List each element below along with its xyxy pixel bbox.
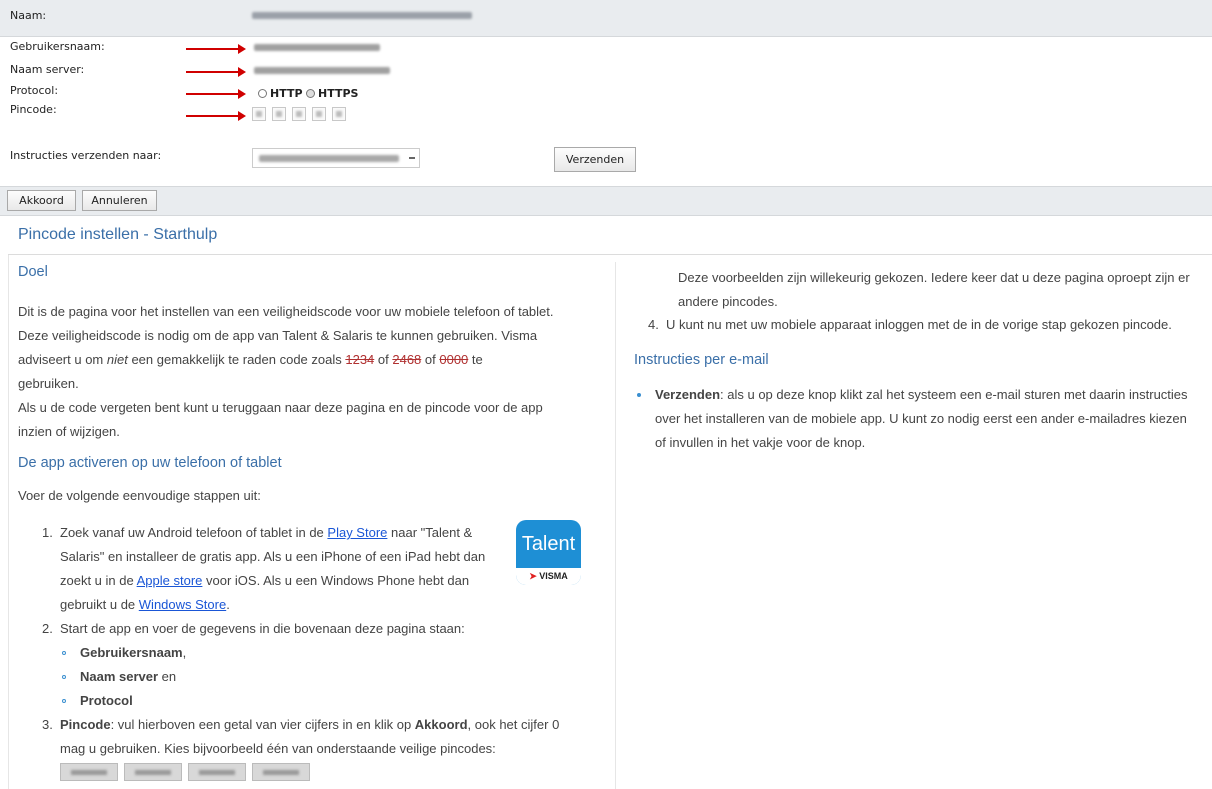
step-number: 2. — [42, 621, 53, 636]
sub-item: Protocol — [80, 693, 133, 708]
bullet — [637, 393, 641, 397]
talent-app-logo: Talent ➤ VISMA — [516, 520, 581, 585]
protocol-label: Protocol: — [10, 84, 59, 97]
strike-code: 1234 — [345, 352, 375, 367]
example-pincode — [252, 763, 310, 781]
activeren-intro: Voer de volgende eenvoudige stappen uit: — [18, 488, 261, 503]
naam-server-label: Naam server: — [10, 63, 85, 76]
button-bar — [0, 186, 1212, 216]
email-select[interactable] — [252, 148, 420, 168]
sub-bullet — [62, 651, 66, 655]
arrow-annotation — [186, 111, 246, 121]
visma-brand: ➤ VISMA — [516, 568, 581, 585]
step-number: 1. — [42, 525, 53, 540]
instructies-label: Instructies verzenden naar: — [10, 149, 162, 162]
apple-store-link[interactable]: Apple store — [137, 573, 203, 588]
doel-line: Dit is de pagina voor het instellen van … — [18, 304, 554, 319]
email-value-redacted — [259, 155, 399, 162]
sub-bullet — [62, 675, 66, 679]
doel-line: adviseert u om niet een gemakkelijk te r… — [18, 352, 483, 367]
pincode-digit-input[interactable] — [292, 107, 306, 121]
divider — [8, 254, 1212, 255]
arrow-annotation — [186, 67, 246, 77]
example-pincode — [60, 763, 118, 781]
pincode-digit-input[interactable] — [272, 107, 286, 121]
akkoord-button[interactable]: Akkoord — [7, 190, 76, 211]
doel-line: inzien of wijzigen. — [18, 424, 120, 439]
doel-line: Deze veiligheidscode is nodig om de app … — [18, 328, 538, 343]
doel-text: Dit is de pagina voor het instellen van … — [18, 300, 608, 444]
doel-line: gebruiken. — [18, 376, 79, 391]
step2-text: Start de app en voer de gegevens in die … — [60, 621, 465, 636]
sub-item: Naam server en — [80, 669, 177, 684]
protocol-https-radio[interactable] — [306, 89, 315, 98]
step4-text: U kunt nu met uw mobiele apparaat inlogg… — [666, 317, 1172, 332]
arrow-annotation — [186, 89, 246, 99]
pincode-digit-input[interactable] — [312, 107, 326, 121]
protocol-http-label: HTTP — [270, 87, 303, 100]
play-store-link[interactable]: Play Store — [327, 525, 387, 540]
help-title: Pincode instellen - Starthulp — [18, 226, 218, 243]
sub-item: Gebruikersnaam, — [80, 645, 187, 660]
strike-code: 0000 — [439, 352, 469, 367]
pincode-digit-input[interactable] — [332, 107, 346, 121]
step-number: 4. — [648, 317, 659, 332]
annuleren-button[interactable]: Annuleren — [82, 190, 157, 211]
gebruikersnaam-label: Gebruikersnaam: — [10, 40, 105, 53]
naam-label: Naam: — [10, 9, 47, 22]
visma-swoosh-icon: ➤ — [529, 571, 537, 581]
naam-bar — [0, 0, 1212, 37]
column-divider — [615, 262, 616, 789]
pincode-label: Pincode: — [10, 103, 57, 116]
sub-bullet — [62, 699, 66, 703]
doel-heading: Doel — [18, 264, 48, 280]
step-number: 3. — [42, 717, 53, 732]
naam-value-redacted — [252, 12, 472, 19]
doel-line: Als u de code vergeten bent kunt u terug… — [18, 400, 543, 415]
example-pincode — [124, 763, 182, 781]
email-text: Verzenden: als u op deze knop klikt zal … — [655, 387, 1188, 450]
step3-text: Pincode: vul hierboven een getal van vie… — [60, 717, 560, 756]
logo-text: Talent — [521, 533, 576, 555]
windows-store-link[interactable]: Windows Store — [139, 597, 226, 612]
verzenden-button[interactable]: Verzenden — [554, 147, 636, 172]
strike-code: 2468 — [392, 352, 422, 367]
protocol-http-radio[interactable] — [258, 89, 267, 98]
gebruikersnaam-value-redacted — [254, 44, 380, 51]
right-continuation: Deze voorbeelden zijn willekeurig gekoze… — [678, 270, 1190, 309]
protocol-https-label: HTTPS — [318, 87, 359, 100]
activeren-heading: De app activeren op uw telefoon of table… — [18, 455, 282, 471]
example-pincode — [188, 763, 246, 781]
pincode-digit-input[interactable] — [252, 107, 266, 121]
step1-text: Zoek vanaf uw Android telefoon of tablet… — [60, 525, 486, 612]
naam-server-value-redacted — [254, 67, 390, 74]
chevron-down-icon — [409, 157, 415, 159]
divider — [8, 255, 9, 789]
arrow-annotation — [186, 44, 246, 54]
email-heading: Instructies per e-mail — [634, 352, 769, 368]
